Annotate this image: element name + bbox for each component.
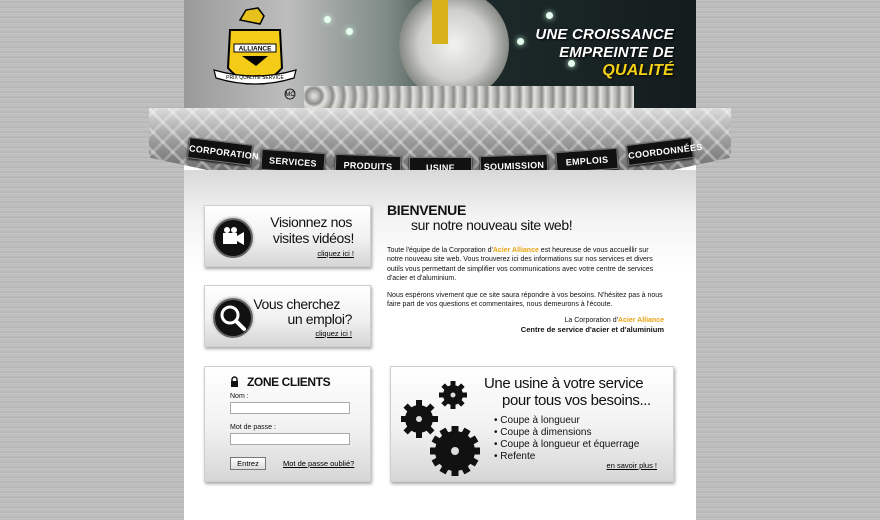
welcome-paragraph-1: Toute l'équipe de la Corporation d'Acier… [387, 246, 665, 284]
password-label: Mot de passe : [230, 424, 276, 431]
ceiling-light [546, 12, 553, 19]
ceiling-light [324, 16, 331, 23]
usine-more-link[interactable]: en savoir plus ! [607, 461, 657, 470]
signature-text: La Corporation d' [564, 317, 618, 324]
client-zone-title: ZONE CLIENTS [247, 375, 331, 389]
logo-text-top: ALLIANCE [239, 46, 273, 53]
ceiling-light [517, 38, 524, 45]
gears-icon [401, 381, 480, 476]
welcome-paragraph-2: Nous espérons vivement que ce site saura… [387, 292, 663, 309]
tagline-accent: QUALITÉ [602, 62, 674, 79]
service-list: • Coupe à longueur • Coupe à dimensions … [494, 415, 639, 463]
crane-hook-image [432, 0, 448, 44]
emploi-link[interactable]: cliquez ici ! [315, 329, 352, 338]
steel-coil-image [399, 0, 509, 100]
header-banner: ALLIANCE PRIX QUALITÉ SERVICE MC UNE CRO… [184, 0, 696, 112]
usine-line1: Une usine à votre service [484, 375, 644, 392]
tagline-line1: UNE CROISSANCE [535, 26, 674, 43]
tagline-line2: EMPREINTE DE [559, 44, 674, 61]
alliance-logo[interactable]: ALLIANCE PRIX QUALITÉ SERVICE MC [212, 6, 298, 102]
service-item: • Coupe à dimensions [494, 427, 592, 438]
submit-button[interactable]: Entrez [230, 457, 266, 470]
video-camera-icon [213, 218, 253, 258]
password-input[interactable] [230, 433, 350, 445]
lock-icon [231, 376, 238, 387]
service-item: • Coupe à longueur [494, 415, 580, 426]
usine-line2: pour tous vos besoins... [502, 392, 651, 409]
videos-box[interactable]: Visionnez nos visites vidéos! cliquez ic… [204, 205, 371, 267]
videos-link[interactable]: cliquez ici ! [317, 249, 354, 258]
emploi-box[interactable]: Vous cherchez un emploi? cliquez ici ! [204, 285, 371, 347]
signature-brand: Acier Alliance [617, 317, 664, 324]
signature-line1: La Corporation d'Acier Alliance [564, 316, 664, 325]
service-item: • Coupe à longueur et équerrage [494, 439, 640, 450]
welcome-subtitle: sur notre nouveau site web! [411, 217, 573, 233]
videos-line1: Visionnez nos [270, 214, 352, 230]
videos-line2: visites vidéos! [272, 230, 355, 246]
page-container: ALLIANCE PRIX QUALITÉ SERVICE MC UNE CRO… [149, 0, 731, 520]
emploi-line2: un emploi? [287, 311, 353, 327]
client-login-box: ZONE CLIENTS Nom : Mot de passe : Entrez… [204, 366, 371, 482]
tagline: UNE CROISSANCE EMPREINTE DE QUALITÉ [535, 26, 674, 80]
brand-name: Acier Alliance [492, 247, 539, 254]
logo-text-band: PRIX QUALITÉ SERVICE [226, 74, 284, 81]
magnifier-icon [213, 298, 253, 338]
signature-line2: Centre de service d'acier et d'aluminium [520, 325, 664, 334]
name-label: Nom : [230, 393, 249, 400]
ceiling-light [346, 28, 353, 35]
forgot-password-link[interactable]: Mot de passe oublié? [283, 459, 354, 468]
usine-box[interactable]: Une usine à votre service pour tous vos … [390, 366, 674, 482]
emploi-line1: Vous cherchez [253, 296, 340, 312]
welcome-p1-text-a: Toute l'équipe de la Corporation d' [387, 247, 493, 254]
welcome-title: BIENVENUE [387, 202, 466, 218]
name-input[interactable] [230, 402, 350, 414]
